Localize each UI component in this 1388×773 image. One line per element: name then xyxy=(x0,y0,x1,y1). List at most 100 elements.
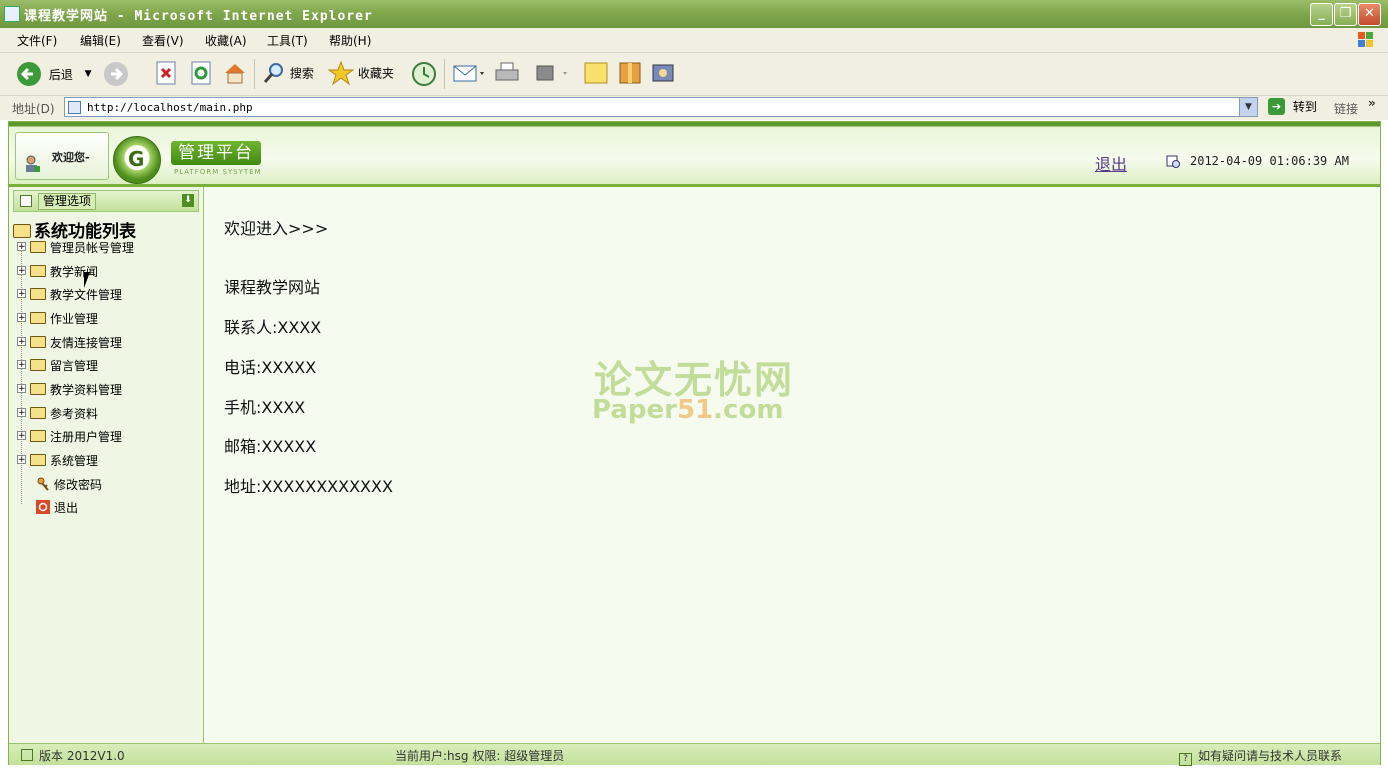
search-label: 搜索 xyxy=(289,66,314,81)
key-icon xyxy=(37,477,49,491)
sidebar-item-label: 参考资料 xyxy=(50,407,99,421)
refresh-button[interactable] xyxy=(190,61,212,88)
favorites-button[interactable]: 收藏夹 xyxy=(327,60,394,86)
menu-view[interactable]: 查看(V) xyxy=(142,32,184,49)
research-button[interactable] xyxy=(617,61,643,88)
address-line: 地址:XXXXXXXXXXXX xyxy=(224,477,393,496)
menu-tools[interactable]: 工具(T) xyxy=(267,32,308,49)
go-button[interactable]: ➔ 转到 xyxy=(1268,98,1317,115)
back-dropdown-icon[interactable]: ▼ xyxy=(85,69,92,79)
go-label: 转到 xyxy=(1292,100,1317,114)
menu-file[interactable]: 文件(F) xyxy=(17,32,57,49)
home-button[interactable] xyxy=(222,61,248,88)
folder-icon xyxy=(30,407,46,419)
forward-arrow-icon xyxy=(104,62,128,86)
mail-icon xyxy=(453,65,484,82)
logo-title: 管理平台 xyxy=(171,141,261,165)
edit-button[interactable] xyxy=(535,61,569,88)
phone-line: 电话:XXXXX xyxy=(224,358,317,377)
expand-icon[interactable]: + xyxy=(17,360,26,370)
forward-button[interactable] xyxy=(103,61,129,90)
page-icon xyxy=(68,101,81,114)
calendar-icon xyxy=(20,195,32,207)
window-titlebar: 课程教学网站 - Microsoft Internet Explorer _ ❐… xyxy=(0,0,1388,28)
star-icon xyxy=(327,60,355,86)
sidebar-item-label: 作业管理 xyxy=(50,312,99,326)
print-button[interactable] xyxy=(494,61,520,88)
folder-icon xyxy=(30,288,46,300)
address-input[interactable]: http://localhost/main.php ▼ xyxy=(64,97,1258,117)
expand-icon[interactable]: + xyxy=(17,289,26,299)
collapse-arrow-icon[interactable]: ⬇ xyxy=(182,194,194,207)
go-arrow-icon: ➔ xyxy=(1268,98,1285,115)
sidebar-item-label: 教学文件管理 xyxy=(50,288,123,302)
address-url[interactable]: http://localhost/main.php xyxy=(87,101,253,114)
chevron-icon[interactable]: » xyxy=(1368,96,1376,110)
discuss-button[interactable] xyxy=(583,61,609,88)
book-icon xyxy=(619,62,641,84)
expand-icon[interactable]: + xyxy=(17,384,26,394)
printer-icon xyxy=(495,62,519,81)
expand-icon[interactable]: + xyxy=(17,337,26,347)
restore-button[interactable]: ❐ xyxy=(1334,3,1357,26)
expand-icon[interactable]: + xyxy=(17,431,26,441)
expand-icon[interactable]: + xyxy=(17,408,26,418)
app-frame: 欢迎您- G 管理平台 PLATFORM SYSYTEM 退出 2012-04-… xyxy=(8,121,1381,766)
messenger-button[interactable] xyxy=(650,61,676,88)
watermark-en: Paper51.com xyxy=(592,395,784,425)
links-button[interactable]: 链接 xyxy=(1334,100,1358,117)
mouse-cursor-icon xyxy=(84,272,90,288)
sidebar-item-label: 系统管理 xyxy=(50,454,99,468)
address-bar: 地址(D) http://localhost/main.php ▼ ➔ 转到 链… xyxy=(0,96,1388,120)
minimize-button[interactable]: _ xyxy=(1310,3,1333,26)
folder-icon xyxy=(30,383,46,395)
site-name: 课程教学网站 xyxy=(224,278,321,297)
folder-icon xyxy=(30,265,46,277)
main-content: 欢迎进入>>> 课程教学网站 联系人:XXXX 电话:XXXXX 手机:XXXX… xyxy=(204,187,1380,743)
address-dropdown-icon[interactable]: ▼ xyxy=(1239,98,1257,116)
menu-edit[interactable]: 编辑(E) xyxy=(80,32,121,49)
expand-icon[interactable]: + xyxy=(17,455,26,465)
expand-icon[interactable]: + xyxy=(17,242,26,252)
current-user-info: 当前用户:hsg 权限: 超级管理员 xyxy=(395,749,565,763)
history-button[interactable] xyxy=(411,61,437,90)
stop-button[interactable] xyxy=(155,61,177,88)
sidebar-item-label: 留言管理 xyxy=(50,359,99,373)
sidebar-item-label: 友情连接管理 xyxy=(50,336,123,350)
mail-button[interactable] xyxy=(452,61,486,88)
back-button[interactable]: 后退 ▼ xyxy=(16,61,92,87)
close-button[interactable]: ✕ xyxy=(1358,3,1381,26)
menu-favorites[interactable]: 收藏(A) xyxy=(205,32,247,49)
datetime: 2012-04-09 01:06:39 AM xyxy=(1190,154,1349,168)
menu-help[interactable]: 帮助(H) xyxy=(329,32,371,49)
app-header: 欢迎您- G 管理平台 PLATFORM SYSYTEM 退出 2012-04-… xyxy=(9,122,1380,187)
welcome-text: 欢迎您- xyxy=(52,151,90,164)
history-icon xyxy=(412,62,436,86)
note-icon xyxy=(584,62,608,84)
expand-icon[interactable]: + xyxy=(17,266,26,276)
sidebar-item-label: 教学资料管理 xyxy=(50,383,123,397)
folder-icon xyxy=(30,430,46,442)
sidebar-header: 管理选项 ⬇ xyxy=(13,190,199,212)
sidebar-item-label: 注册用户管理 xyxy=(50,430,123,444)
calendar-clock-icon xyxy=(1166,155,1180,168)
help-text: 如有疑问请与技术人员联系 xyxy=(1198,749,1343,763)
stop-icon xyxy=(156,61,176,85)
folder-icon xyxy=(30,312,46,324)
home-icon xyxy=(225,64,245,84)
folder-icon xyxy=(30,454,46,466)
expand-icon[interactable]: + xyxy=(17,313,26,323)
sidebar: 管理选项 ⬇ 系统功能列表 + 管理员帐号管理 + 教学新闻 + 教学文件管理 … xyxy=(9,187,204,743)
sidebar-header-label[interactable]: 管理选项 xyxy=(38,193,97,210)
back-label: 后退 xyxy=(48,67,73,82)
mobile-line: 手机:XXXX xyxy=(224,398,306,417)
app-footer: 版本 2012V1.0 当前用户:hsg 权限: 超级管理员 ? 如有疑问请与技术… xyxy=(9,743,1380,766)
messenger-icon xyxy=(652,64,674,82)
contact-line: 联系人:XXXX xyxy=(224,318,322,337)
search-button[interactable]: 搜索 xyxy=(262,61,314,85)
exit-icon xyxy=(36,500,50,514)
logout-link[interactable]: 退出 xyxy=(1095,151,1127,175)
ie-page-icon xyxy=(4,6,20,22)
folder-icon xyxy=(30,359,46,371)
edit-icon xyxy=(536,65,567,81)
